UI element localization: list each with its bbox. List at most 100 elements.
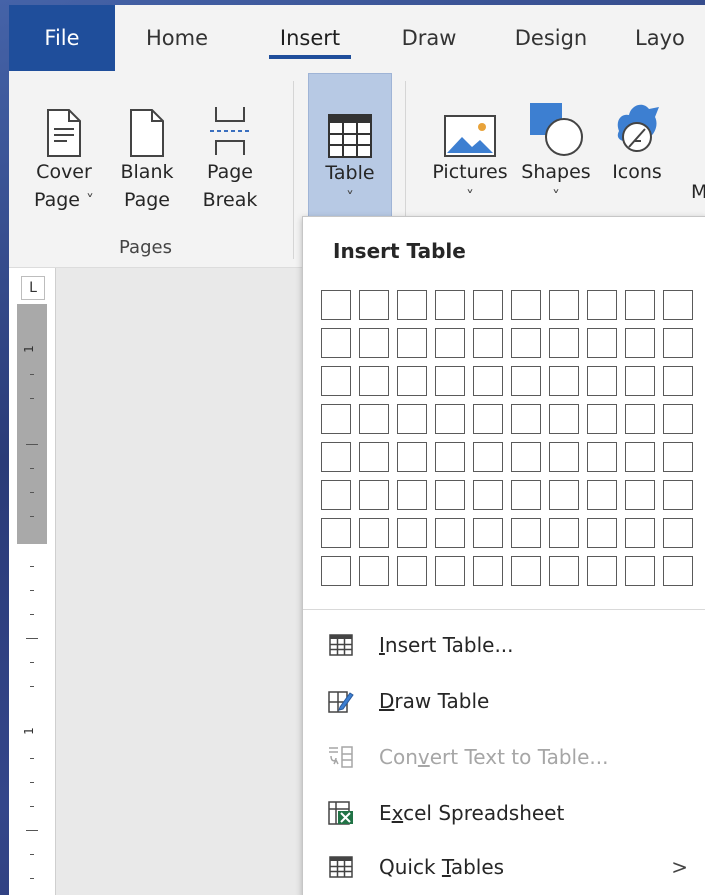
- table-grid-cell[interactable]: [397, 480, 427, 510]
- table-grid-cell[interactable]: [511, 404, 541, 434]
- table-grid-cell[interactable]: [511, 442, 541, 472]
- table-grid-cell[interactable]: [359, 366, 389, 396]
- table-grid-cell[interactable]: [359, 328, 389, 358]
- menu-item-quick-tables[interactable]: Quick Tables >: [303, 839, 705, 895]
- table-grid-cell[interactable]: [587, 442, 617, 472]
- table-grid-cell[interactable]: [397, 290, 427, 320]
- table-grid-cell[interactable]: [663, 442, 693, 472]
- table-grid-cell[interactable]: [587, 404, 617, 434]
- table-grid-cell[interactable]: [359, 442, 389, 472]
- table-grid-cell[interactable]: [587, 518, 617, 548]
- table-grid-cell[interactable]: [587, 556, 617, 586]
- table-grid-cell[interactable]: [587, 480, 617, 510]
- tab-selector-button[interactable]: L: [21, 276, 45, 300]
- table-grid-cell[interactable]: [435, 556, 465, 586]
- table-grid-cell[interactable]: [549, 366, 579, 396]
- ruler-tick: [30, 686, 34, 687]
- table-grid-cell[interactable]: [587, 366, 617, 396]
- table-grid-cell[interactable]: [321, 556, 351, 586]
- table-grid-cell[interactable]: [511, 290, 541, 320]
- table-grid-cell[interactable]: [473, 480, 503, 510]
- table-grid-cell[interactable]: [587, 290, 617, 320]
- table-grid-cell[interactable]: [435, 328, 465, 358]
- table-grid-cell[interactable]: [549, 480, 579, 510]
- ruler-tick: [30, 662, 34, 663]
- table-grid-cell[interactable]: [473, 518, 503, 548]
- table-grid-cell[interactable]: [587, 328, 617, 358]
- table-grid-cell[interactable]: [321, 518, 351, 548]
- table-grid-cell[interactable]: [397, 328, 427, 358]
- table-grid-cell[interactable]: [663, 480, 693, 510]
- table-grid-cell[interactable]: [321, 404, 351, 434]
- tab-file[interactable]: File: [9, 5, 115, 71]
- tab-layout[interactable]: Layo: [635, 5, 705, 71]
- table-grid-cell[interactable]: [397, 442, 427, 472]
- table-grid-cell[interactable]: [663, 290, 693, 320]
- tab-draw[interactable]: Draw: [389, 5, 469, 71]
- table-grid-cell[interactable]: [625, 366, 655, 396]
- table-grid-cell[interactable]: [663, 556, 693, 586]
- table-grid-cell[interactable]: [549, 290, 579, 320]
- table-grid-cell[interactable]: [397, 556, 427, 586]
- table-grid-cell[interactable]: [321, 328, 351, 358]
- table-grid-cell[interactable]: [625, 556, 655, 586]
- table-grid-cell[interactable]: [663, 366, 693, 396]
- table-grid-cell[interactable]: [473, 328, 503, 358]
- table-grid-cell[interactable]: [435, 442, 465, 472]
- table-grid-cell[interactable]: [321, 442, 351, 472]
- table-grid-cell[interactable]: [549, 442, 579, 472]
- table-grid-cell[interactable]: [511, 556, 541, 586]
- table-grid-cell[interactable]: [397, 518, 427, 548]
- table-grid-cell[interactable]: [359, 290, 389, 320]
- menu-item-excel-spreadsheet[interactable]: Excel Spreadsheet: [303, 785, 705, 841]
- table-grid-cell[interactable]: [625, 480, 655, 510]
- table-grid-cell[interactable]: [473, 290, 503, 320]
- table-grid-cell[interactable]: [321, 290, 351, 320]
- table-grid-cell[interactable]: [473, 556, 503, 586]
- table-grid-cell[interactable]: [663, 518, 693, 548]
- table-grid-cell[interactable]: [359, 404, 389, 434]
- table-grid-cell[interactable]: [663, 404, 693, 434]
- table-grid-cell[interactable]: [511, 328, 541, 358]
- table-grid-cell[interactable]: [625, 290, 655, 320]
- table-grid-cell[interactable]: [511, 366, 541, 396]
- table-button[interactable]: Table ˅: [308, 73, 392, 227]
- table-grid-cell[interactable]: [549, 556, 579, 586]
- table-grid-cell[interactable]: [625, 404, 655, 434]
- tab-insert[interactable]: Insert: [265, 5, 355, 71]
- blank-page-button[interactable]: Blank Page: [115, 77, 179, 215]
- table-grid-cell[interactable]: [435, 480, 465, 510]
- table-grid-cell[interactable]: [625, 518, 655, 548]
- table-grid-cell[interactable]: [473, 404, 503, 434]
- table-grid-cell[interactable]: [549, 518, 579, 548]
- icons-button[interactable]: Icons: [605, 77, 669, 187]
- table-grid-cell[interactable]: [549, 404, 579, 434]
- table-grid-cell[interactable]: [435, 404, 465, 434]
- table-grid-cell[interactable]: [321, 480, 351, 510]
- tab-home[interactable]: Home: [129, 5, 225, 71]
- menu-item-insert-table[interactable]: Insert Table...: [303, 617, 705, 673]
- shapes-button[interactable]: Shapes ˅: [517, 77, 595, 207]
- table-grid-cell[interactable]: [625, 328, 655, 358]
- table-grid-cell[interactable]: [663, 328, 693, 358]
- menu-item-draw-table[interactable]: Draw Table: [303, 673, 705, 729]
- table-grid-cell[interactable]: [473, 442, 503, 472]
- table-grid-cell[interactable]: [397, 404, 427, 434]
- table-grid-cell[interactable]: [435, 518, 465, 548]
- table-grid-cell[interactable]: [435, 290, 465, 320]
- table-grid-cell[interactable]: [625, 442, 655, 472]
- table-grid-cell[interactable]: [359, 480, 389, 510]
- table-grid-cell[interactable]: [321, 366, 351, 396]
- table-grid-cell[interactable]: [473, 366, 503, 396]
- table-grid-cell[interactable]: [435, 366, 465, 396]
- cover-page-button[interactable]: Cover Page ˅: [27, 77, 101, 215]
- tab-design[interactable]: Design: [503, 5, 599, 71]
- table-grid-cell[interactable]: [549, 328, 579, 358]
- table-grid-cell[interactable]: [511, 518, 541, 548]
- table-grid-cell[interactable]: [511, 480, 541, 510]
- table-grid-cell[interactable]: [359, 556, 389, 586]
- pictures-button[interactable]: Pictures ˅: [425, 77, 515, 207]
- table-grid-cell[interactable]: [359, 518, 389, 548]
- page-break-button[interactable]: Page Break: [197, 77, 263, 215]
- table-grid-cell[interactable]: [397, 366, 427, 396]
